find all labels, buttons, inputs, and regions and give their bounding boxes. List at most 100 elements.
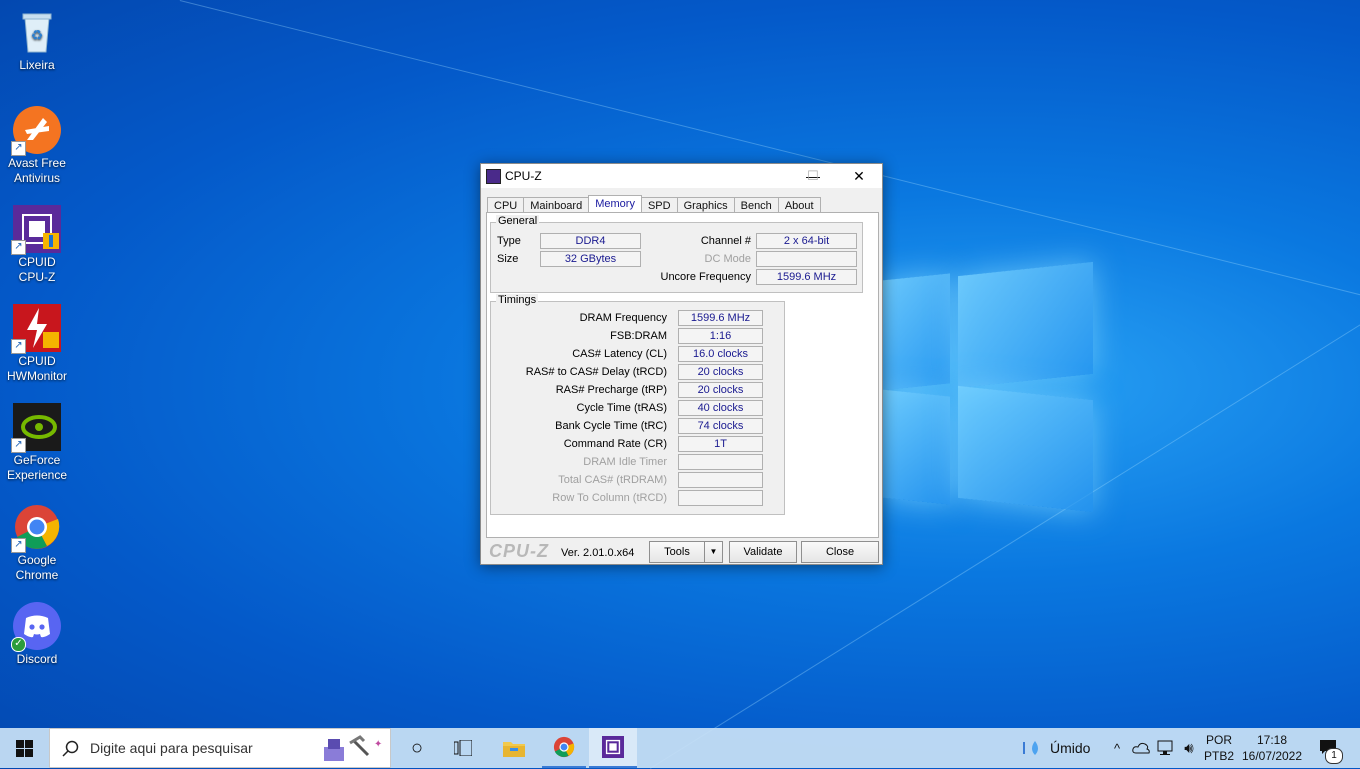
close-window-button[interactable]: ✕ <box>836 164 882 188</box>
chevron-up-icon[interactable]: ^ <box>1108 728 1126 768</box>
shortcut-arrow-icon: ↗ <box>11 538 26 553</box>
timing-value: 1T <box>678 436 763 452</box>
shortcut-arrow-icon: ↗ <box>11 339 26 354</box>
desktop-icon-label: CPUID <box>18 354 56 368</box>
svg-text:✦: ✦ <box>374 739 382 750</box>
footer-bar: CPU-Z Ver. 2.01.0.x64 Tools ▼ Validate C… <box>481 538 882 564</box>
timing-value: 20 clocks <box>678 364 763 380</box>
tab-strip: CPU Mainboard Memory SPD Graphics Bench About <box>487 194 821 214</box>
taskbar: Digite aqui para pesquisar ✦ ○ Úmido ^ 🔊… <box>0 728 1360 768</box>
tools-dropdown-arrow-icon[interactable]: ▼ <box>704 541 723 563</box>
timing-label: Row To Column (tRCD) <box>552 492 667 504</box>
desktop-icon-geforce[interactable]: ↗ GeForce Experience <box>4 403 70 483</box>
task-view-icon[interactable] <box>441 728 485 768</box>
channel-label: Channel # <box>700 235 751 247</box>
timing-label: Command Rate (CR) <box>563 438 667 450</box>
cortana-icon[interactable]: ○ <box>395 728 439 768</box>
speaker-volume-icon[interactable]: 🔊︎ <box>1178 728 1200 768</box>
timings-legend: Timings <box>496 294 539 306</box>
timing-value: 20 clocks <box>678 382 763 398</box>
timing-value: 1599.6 MHz <box>678 310 763 326</box>
shortcut-arrow-icon: ↗ <box>11 438 26 453</box>
desktop-icon-label: Discord <box>16 652 58 666</box>
type-label: Type <box>497 235 521 247</box>
file-explorer-icon[interactable] <box>492 728 536 768</box>
timing-label: RAS# Precharge (tRP) <box>555 384 667 396</box>
taskbar-search-box[interactable]: Digite aqui para pesquisar ✦ <box>49 728 391 768</box>
search-highlight-icon: ✦ <box>324 735 382 761</box>
timing-label: DRAM Frequency <box>579 312 667 324</box>
windows-start-icon <box>16 739 33 757</box>
timing-value <box>678 490 763 506</box>
start-button[interactable] <box>0 728 49 768</box>
timing-value <box>678 472 763 488</box>
desktop-icon-label: Lixeira <box>19 58 55 72</box>
timing-label: Cycle Time (tRAS) <box>576 402 667 414</box>
desktop-icon-chrome[interactable]: ↗ Google Chrome <box>4 503 70 583</box>
desktop-icon-recycle-bin[interactable]: ♻ Lixeira <box>4 8 70 73</box>
timing-label: CAS# Latency (CL) <box>572 348 667 360</box>
shortcut-arrow-icon: ↗ <box>11 141 26 156</box>
desktop-icon-avast[interactable]: ↗ Avast Free Antivirus <box>4 106 70 186</box>
timing-label: FSB:DRAM <box>610 330 667 342</box>
weather-icon[interactable] <box>1018 728 1046 768</box>
uncore-value: 1599.6 MHz <box>756 269 857 285</box>
dcmode-value <box>756 251 857 267</box>
maximize-button[interactable]: ☐ <box>790 164 836 188</box>
size-label: Size <box>497 253 519 265</box>
memory-panel: General Type DDR4 Size 32 GBytes Channel… <box>486 212 879 538</box>
desktop-icon-hwmonitor[interactable]: ↗ CPUID HWMonitor <box>4 304 70 384</box>
nvidia-icon: ↗ <box>11 403 61 453</box>
discord-icon: ✓ <box>11 602 61 652</box>
desktop-icon-label: Google <box>17 553 57 567</box>
notification-count-badge: 1 <box>1325 748 1343 764</box>
general-legend: General <box>496 215 540 227</box>
type-value: DDR4 <box>540 233 641 249</box>
timing-value <box>678 454 763 470</box>
sync-check-icon: ✓ <box>11 637 26 652</box>
cpuz-app-icon <box>486 169 501 184</box>
search-icon <box>62 740 79 757</box>
onedrive-cloud-icon[interactable] <box>1130 728 1152 768</box>
timings-group: Timings DRAM Frequency 1599.6 MHz FSB:DR… <box>490 294 785 515</box>
desktop-icon-label: Antivirus <box>13 171 60 185</box>
chrome-icon: ↗ <box>11 503 61 553</box>
tools-button[interactable]: Tools <box>649 541 705 563</box>
timing-value: 74 clocks <box>678 418 763 434</box>
dcmode-label: DC Mode <box>704 253 751 265</box>
version-text: Ver. 2.01.0.x64 <box>561 547 635 559</box>
weather-text[interactable]: Úmido <box>1050 741 1090 756</box>
desktop-icon-label: GeForce <box>13 453 61 467</box>
search-placeholder: Digite aqui para pesquisar <box>90 740 253 756</box>
cpuz-taskbar-icon[interactable] <box>589 728 637 768</box>
hwmonitor-icon: ↗ <box>11 304 61 354</box>
minimize-button-alt[interactable] <box>744 164 790 188</box>
uncore-label: Uncore Frequency <box>660 271 752 283</box>
timing-label: RAS# to CAS# Delay (tRCD) <box>525 366 667 378</box>
desktop-icon-discord[interactable]: ✓ Discord <box>4 602 70 667</box>
cpuz-icon: ↗ <box>11 205 61 255</box>
window-title: CPU-Z <box>505 169 542 183</box>
recycle-bin-icon: ♻ <box>13 8 61 56</box>
desktop-icon-label: CPU-Z <box>18 270 56 284</box>
desktop-icon-label: HWMonitor <box>6 369 67 383</box>
network-icon[interactable] <box>1154 728 1176 768</box>
timing-label: DRAM Idle Timer <box>583 456 667 468</box>
desktop-icon-label: Chrome <box>15 568 59 582</box>
desktop-icon-label: Avast Free <box>8 156 66 170</box>
clock-date[interactable]: 16/07/2022 <box>1240 749 1304 764</box>
clock-time[interactable]: 17:18 <box>1240 733 1304 748</box>
close-button[interactable]: Close <box>801 541 879 563</box>
size-value: 32 GBytes <box>540 251 641 267</box>
desktop-icon-cpuz[interactable]: ↗ CPUID CPU-Z <box>4 205 70 285</box>
language-indicator-secondary[interactable]: PTB2 <box>1204 749 1234 764</box>
desktop-icon-label: Experience <box>6 468 68 482</box>
chrome-taskbar-icon[interactable] <box>542 728 586 768</box>
cpuz-window: CPU-Z — ☐ ✕ CPU Mainboard Memory SPD Graphic… <box>480 163 883 565</box>
validate-button[interactable]: Validate <box>729 541 797 563</box>
timing-value: 40 clocks <box>678 400 763 416</box>
language-indicator-primary[interactable]: POR <box>1204 733 1234 748</box>
shortcut-arrow-icon: ↗ <box>11 240 26 255</box>
avast-icon: ↗ <box>11 106 61 156</box>
timing-label: Total CAS# (tRDRAM) <box>558 474 667 486</box>
